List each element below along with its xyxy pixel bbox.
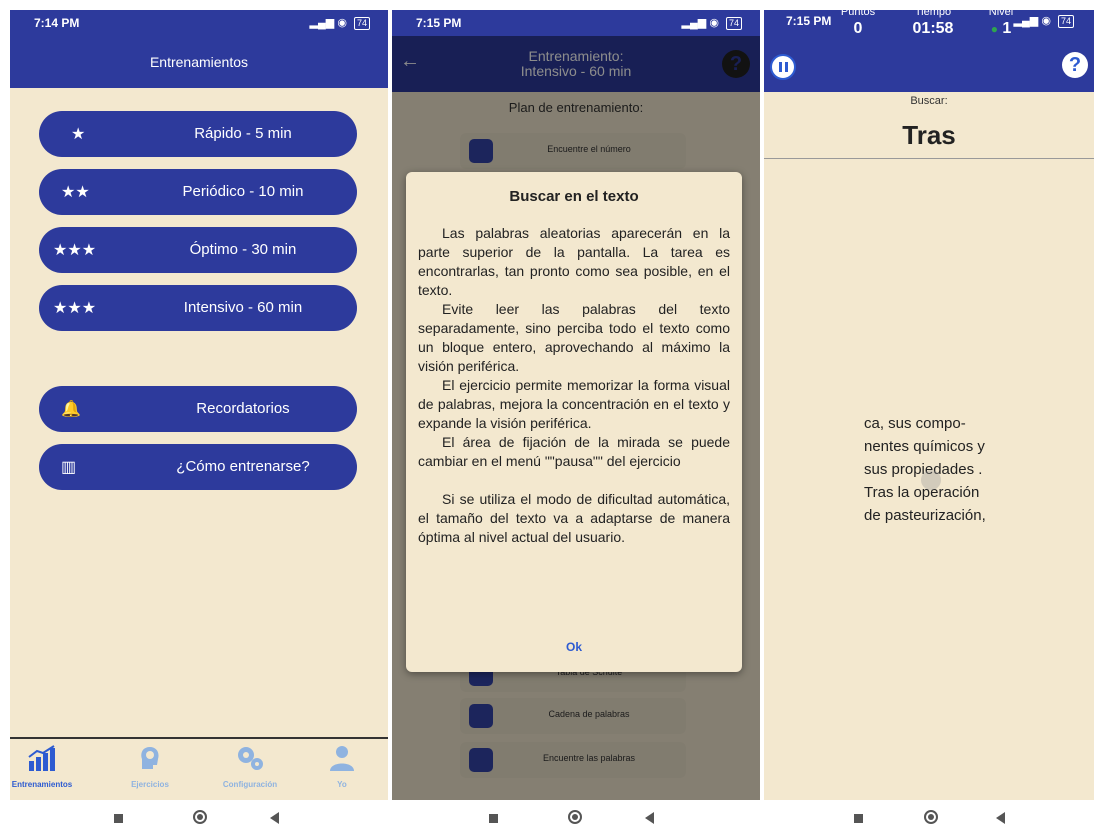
level-value-row: ● 1 (981, 20, 1021, 38)
text-line[interactable]: nentes químicos y (864, 435, 1004, 458)
dialog-paragraph: Las palabras aleatorias aparecerán en la… (418, 225, 730, 298)
time-label: Tiempo (914, 6, 952, 18)
level-stat: Nivel ● 1 (981, 6, 1021, 38)
training-quick-button[interactable]: ★ Rápido - 5 min (39, 111, 357, 157)
status-icons: ▂▄▆ ◉ 74 (310, 16, 370, 30)
training-periodic-button[interactable]: ★★ Periódico - 10 min (39, 169, 357, 215)
status-time: 7:15 PM (786, 14, 832, 28)
recents-icon[interactable] (114, 814, 123, 823)
help-dialog: Buscar en el texto Las palabras aleatori… (406, 172, 742, 672)
ok-button[interactable]: Ok (406, 640, 742, 654)
dialog-title: Buscar en el texto (509, 188, 639, 205)
divider (764, 158, 1094, 159)
text-line[interactable]: de pasteurización, (864, 504, 1004, 527)
tab-settings[interactable]: Configuración (210, 745, 290, 789)
time-stat: Tiempo 01:58 (904, 6, 962, 38)
fixation-point (921, 470, 941, 490)
back-icon[interactable] (996, 812, 1005, 824)
head-icon (141, 747, 159, 769)
button-label: Recordatorios (196, 400, 290, 417)
text-line[interactable]: ca, sus compo- (864, 412, 1004, 435)
back-icon[interactable] (270, 812, 279, 824)
tab-label: Entrenamientos (11, 780, 73, 789)
dialog-paragraph: El área de fijación de la mirada se pued… (418, 434, 730, 469)
home-icon[interactable] (568, 810, 582, 824)
status-icons: ▂▄▆ ◉ 74 (682, 16, 742, 30)
recents-icon[interactable] (854, 814, 863, 823)
three-stars-icon: ★★★ (53, 242, 97, 259)
star-icon: ★ (71, 126, 86, 143)
bottom-tab-bar: Entrenamientos Ejercicios Configuración … (10, 737, 388, 802)
training-optimal-button[interactable]: ★★★ Óptimo - 30 min (39, 227, 357, 273)
exercise-area: Buscar: Tras ca, sus compo- nentes quími… (764, 92, 1094, 800)
system-nav-bar (392, 800, 760, 838)
battery-icon: 74 (1057, 15, 1074, 28)
tab-label: Ejercicios (131, 780, 169, 789)
button-label: ¿Cómo entrenarse? (176, 458, 310, 475)
battery-icon: 74 (353, 17, 370, 30)
phone-screen-dialog: 7:15 PM ▂▄▆ ◉ 74 ← Entrenamiento: Intens… (392, 0, 760, 838)
status-time: 7:15 PM (416, 16, 462, 30)
phone-screen-trainings: 7:14 PM ▂▄▆ ◉ 74 Entrenamientos ★ Rápido… (10, 0, 388, 838)
time-value: 01:58 (912, 20, 954, 37)
status-time: 7:14 PM (34, 16, 80, 30)
app-bar: Entrenamientos (10, 36, 388, 88)
status-bar: 7:15 PM ▂▄▆ ◉ 74 (392, 10, 760, 36)
training-intensive-button[interactable]: ★★★ Intensivo - 60 min (39, 285, 357, 331)
home-icon[interactable] (924, 810, 938, 824)
pause-bar (779, 62, 782, 72)
system-nav-bar (764, 800, 1094, 838)
dialog-paragraph: Evite leer las palabras del texto separa… (418, 301, 730, 374)
chart-icon (28, 745, 55, 771)
three-stars-icon: ★★★ (53, 300, 97, 317)
button-label: Periódico - 10 min (182, 183, 304, 200)
status-bar: 7:14 PM ▂▄▆ ◉ 74 (10, 10, 388, 36)
gears-icon (238, 747, 263, 770)
tab-label: Yo (337, 780, 347, 789)
pause-bar (785, 62, 788, 72)
button-label: Óptimo - 30 min (189, 241, 297, 258)
level-dot-icon: ● (990, 22, 998, 36)
points-label: Puntos (840, 6, 876, 18)
search-label: Buscar: (910, 95, 948, 107)
how-to-train-button[interactable]: ▥ ¿Cómo entrenarse? (39, 444, 357, 490)
tab-label: Configuración (222, 780, 278, 789)
status-icons: ▂▄▆ ◉ 74 (1014, 14, 1074, 28)
points-value: 0 (853, 20, 863, 37)
target-word: Tras (902, 120, 956, 150)
page-title: Entrenamientos (149, 54, 249, 70)
help-icon[interactable]: ? (1062, 52, 1088, 78)
two-stars-icon: ★★ (61, 184, 90, 201)
dialog-paragraph: El ejercicio permite memorizar la forma … (418, 377, 730, 431)
reminders-button[interactable]: 🔔 Recordatorios (39, 386, 357, 432)
bell-icon: 🔔 (61, 401, 81, 418)
back-icon[interactable] (645, 812, 654, 824)
user-icon (330, 746, 354, 771)
tab-me[interactable]: Yo (302, 745, 382, 789)
battery-icon: 74 (725, 17, 742, 30)
dialog-paragraph: Si se utiliza el modo de dificultad auto… (418, 491, 730, 545)
button-label: Intensivo - 60 min (183, 299, 303, 316)
home-icon[interactable] (193, 810, 207, 824)
book-icon: ▥ (61, 459, 77, 476)
phone-screen-exercise: 7:15 PM ▂▄▆ ◉ 74 Puntos 0 Tiempo 01:58 N… (764, 0, 1094, 838)
tab-trainings[interactable]: Entrenamientos (10, 745, 82, 789)
recents-icon[interactable] (489, 814, 498, 823)
tab-exercises[interactable]: Ejercicios (110, 745, 190, 789)
level-label: Nivel (988, 6, 1014, 18)
pause-button[interactable] (770, 54, 796, 80)
system-nav-bar (10, 800, 388, 838)
button-label: Rápido - 5 min (194, 125, 292, 142)
points-stat: Puntos 0 (837, 6, 879, 38)
level-value: 1 (1002, 20, 1012, 37)
